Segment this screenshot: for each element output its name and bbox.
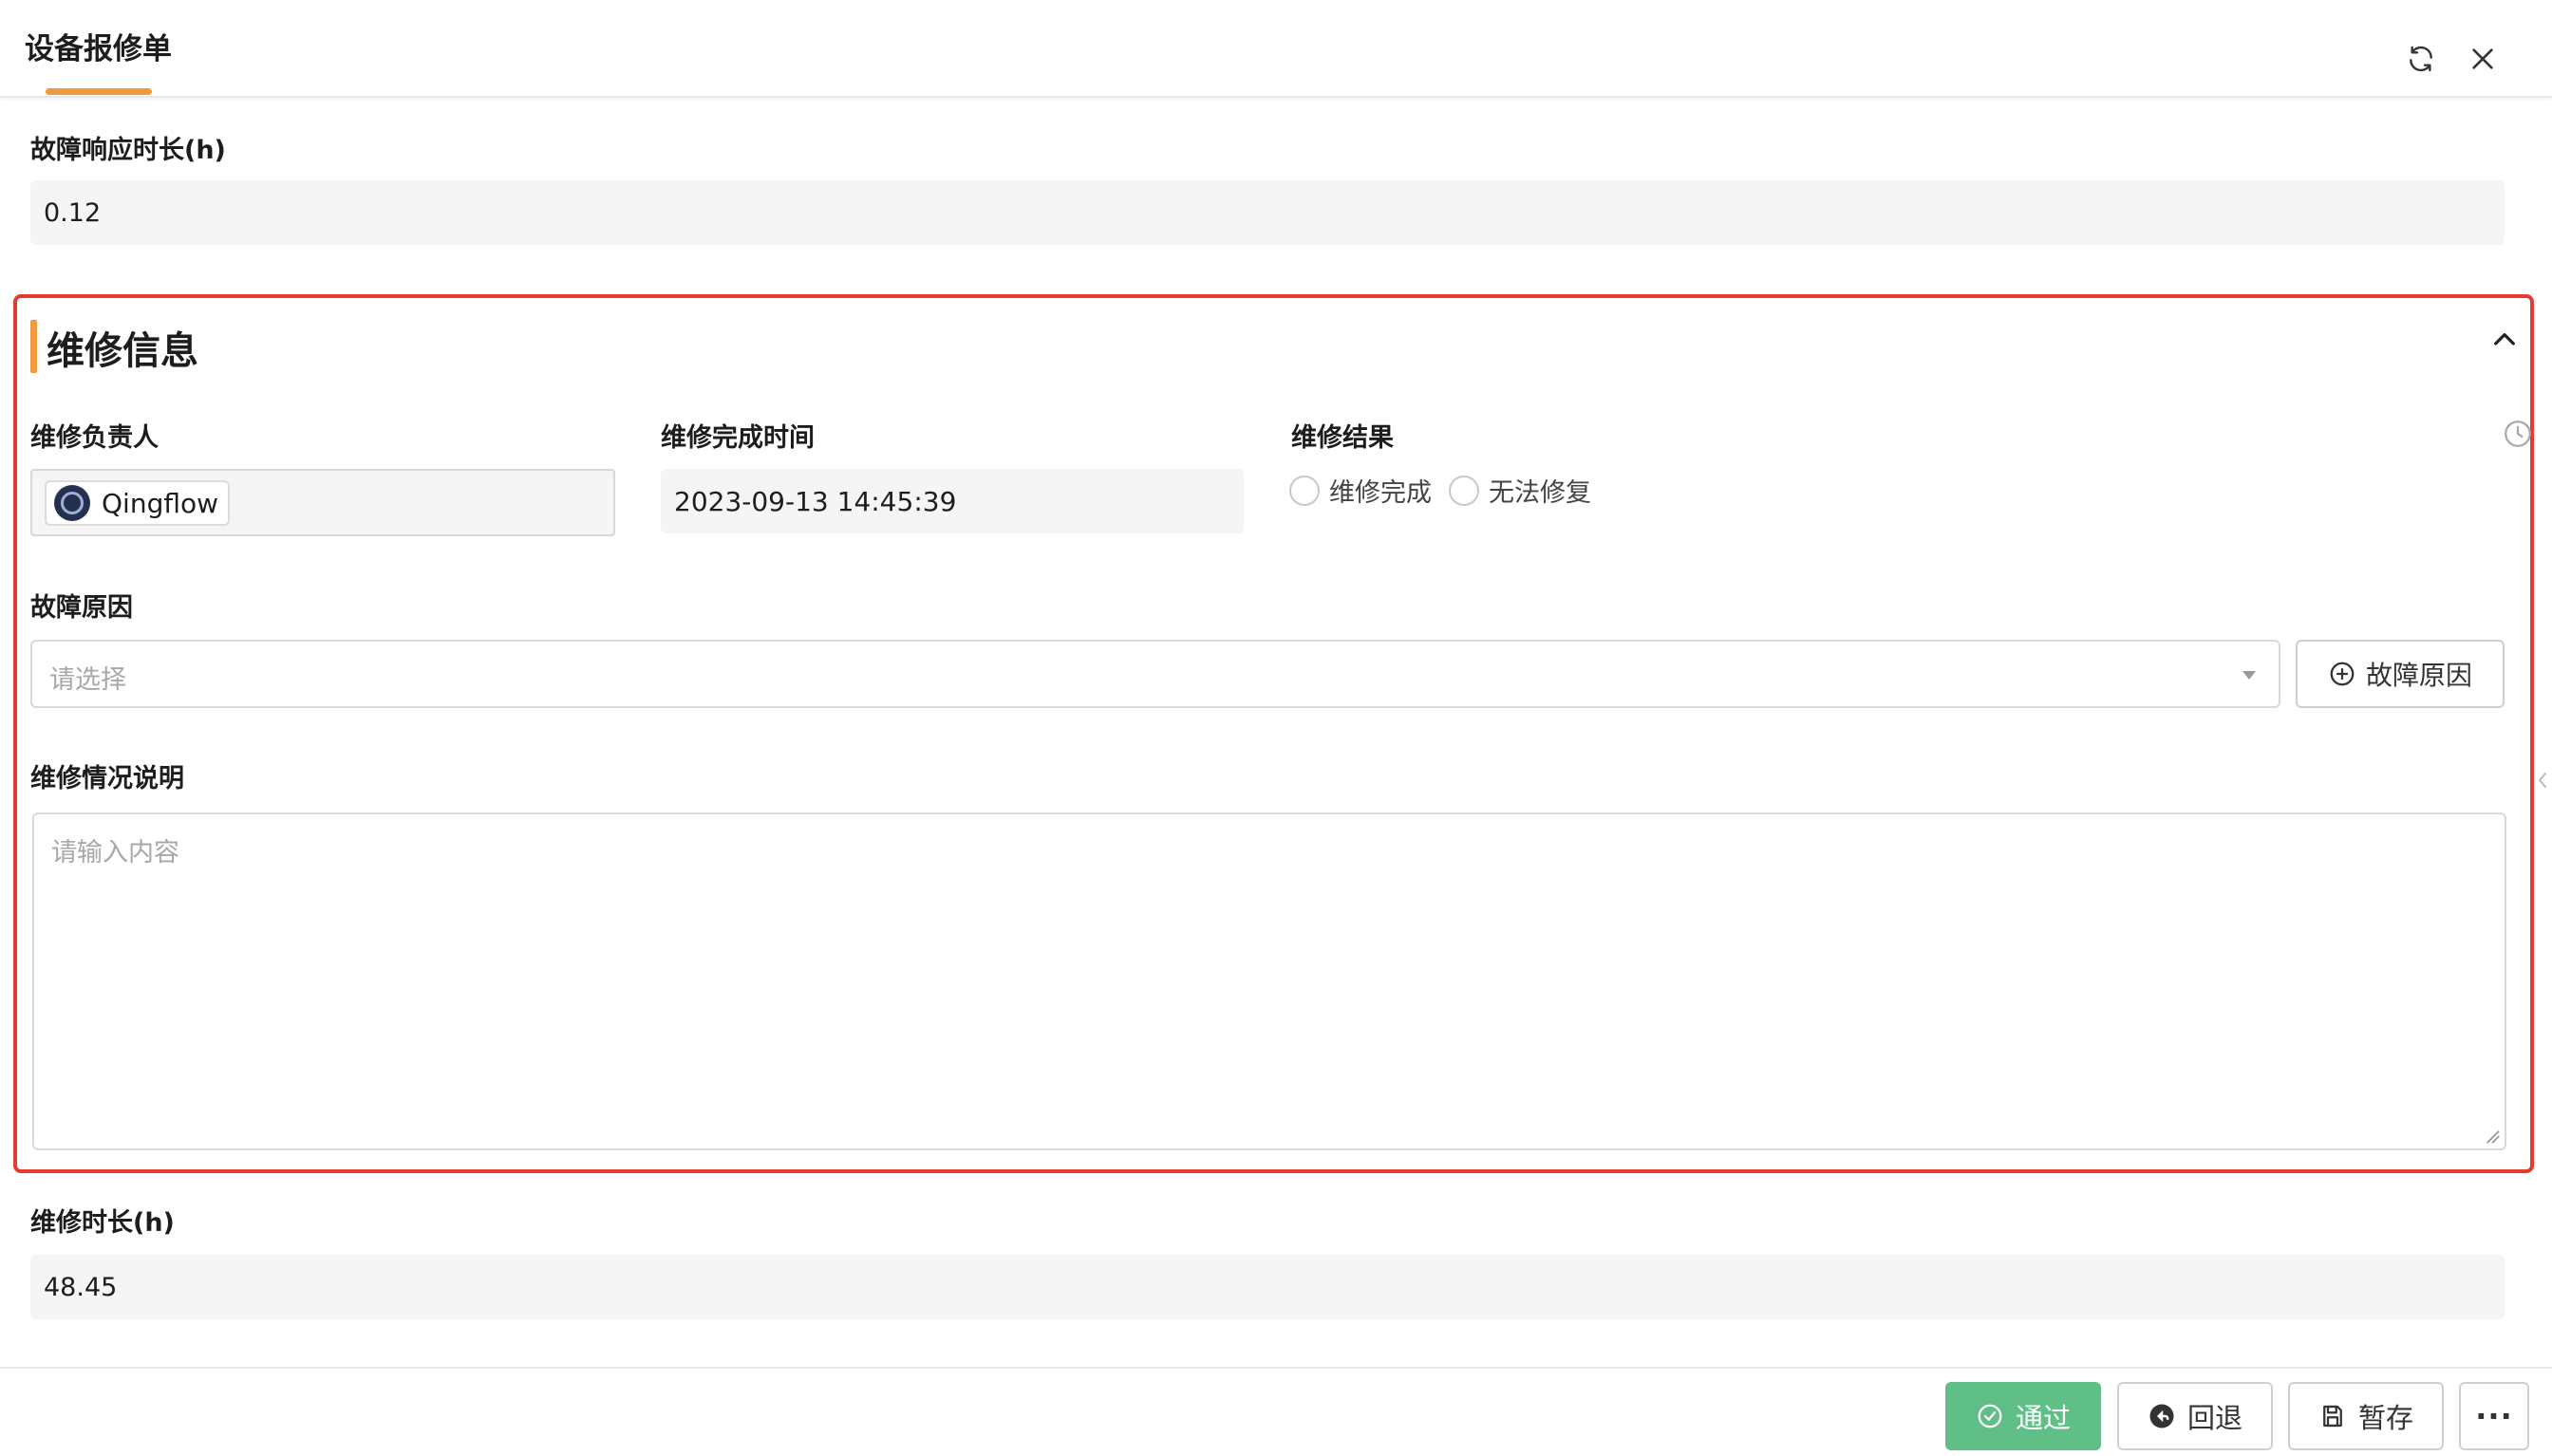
- radio-option-completed[interactable]: 维修完成: [1289, 472, 1432, 509]
- close-icon: [2472, 48, 2493, 69]
- repair-result-radio-group: 维修完成 无法修复: [1289, 472, 1591, 509]
- back-arrow-icon: [2149, 1404, 2174, 1428]
- select-placeholder: 请选择: [49, 665, 126, 695]
- response-duration-value: 0.12: [30, 180, 2505, 245]
- chevron-up-icon: [2494, 333, 2515, 345]
- refresh-icon: [2410, 46, 2432, 72]
- repair-owner-field: Qingflow: [30, 469, 615, 536]
- repair-description-textarea[interactable]: 请输入内容: [32, 812, 2506, 1150]
- complete-time-text: 2023-09-13 14:45:39: [674, 485, 957, 517]
- section-title: 维修信息: [47, 329, 198, 373]
- chevron-left-icon: [2538, 773, 2546, 788]
- radio-label: 无法修复: [1489, 478, 1591, 508]
- send-back-button[interactable]: 回退: [2117, 1382, 2273, 1450]
- repair-result-label: 维修结果: [1291, 423, 1394, 453]
- more-dots-icon: ···: [2475, 1398, 2513, 1434]
- avatar-logo-icon: [61, 492, 84, 514]
- radio-label: 维修完成: [1329, 478, 1432, 508]
- add-fault-reason-button[interactable]: 故障原因: [2296, 640, 2505, 708]
- repair-duration-text: 48.45: [44, 1272, 118, 1302]
- form-page: 设备报修单 故障响应时长(h) 0.12 维修信息 维修负责人 Qingflow…: [0, 0, 2552, 1456]
- side-panel-handle[interactable]: [2533, 759, 2552, 801]
- refresh-button[interactable]: [2400, 38, 2442, 80]
- approve-button[interactable]: 通过: [1945, 1382, 2101, 1450]
- complete-time-label: 维修完成时间: [661, 423, 815, 453]
- response-duration-text: 0.12: [44, 197, 102, 228]
- plus-circle-icon: [2330, 662, 2355, 686]
- repair-duration-value: 48.45: [30, 1255, 2505, 1319]
- fault-reason-select[interactable]: 请选择: [30, 640, 2280, 708]
- check-circle-icon: [1978, 1404, 2002, 1428]
- resize-grip-icon[interactable]: [2484, 1128, 2501, 1145]
- fault-reason-label: 故障原因: [30, 593, 133, 623]
- member-tag[interactable]: Qingflow: [45, 480, 231, 526]
- radio-circle[interactable]: [1289, 475, 1320, 506]
- radio-option-unfixable[interactable]: 无法修复: [1449, 472, 1591, 509]
- close-button[interactable]: [2462, 38, 2504, 80]
- add-fault-reason-label: 故障原因: [2365, 660, 2472, 691]
- member-name: Qingflow: [102, 487, 219, 519]
- complete-time-value: 2023-09-13 14:45:39: [661, 469, 1244, 533]
- history-icon[interactable]: [2502, 418, 2534, 450]
- approve-label: 通过: [2015, 1402, 2071, 1434]
- repair-owner-label: 维修负责人: [30, 423, 159, 453]
- section-accent-bar: [30, 320, 37, 373]
- save-icon: [2323, 1405, 2342, 1428]
- header-bar: 设备报修单: [0, 0, 2552, 98]
- page-title: 设备报修单: [25, 32, 172, 66]
- active-tab-indicator: [46, 88, 152, 95]
- radio-circle[interactable]: [1449, 475, 1479, 506]
- more-actions-button[interactable]: ···: [2459, 1382, 2529, 1450]
- caret-down-icon: [2242, 671, 2256, 680]
- avatar: [54, 485, 90, 521]
- send-back-label: 回退: [2186, 1402, 2242, 1434]
- textarea-placeholder: 请输入内容: [51, 838, 179, 868]
- collapse-section-button[interactable]: [2484, 319, 2525, 361]
- save-draft-label: 暂存: [2357, 1402, 2413, 1434]
- repair-description-label: 维修情况说明: [30, 764, 184, 793]
- response-duration-label: 故障响应时长(h): [30, 136, 226, 165]
- repair-duration-label: 维修时长(h): [30, 1208, 175, 1238]
- save-draft-button[interactable]: 暂存: [2288, 1382, 2444, 1450]
